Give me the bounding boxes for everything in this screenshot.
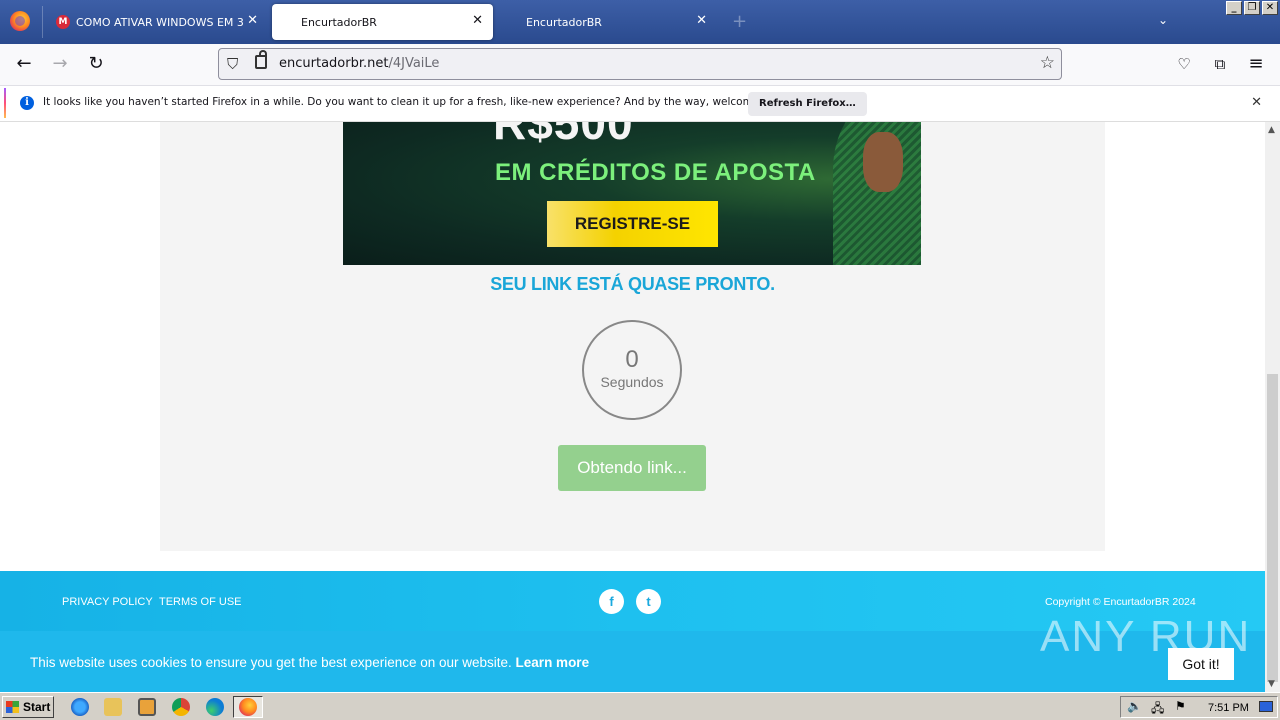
gmail-icon: M: [56, 15, 70, 29]
media-player-icon[interactable]: [138, 698, 156, 716]
close-window-button[interactable]: ✕: [1262, 1, 1278, 15]
url-domain: encurtadorbr.net: [279, 56, 389, 71]
navigation-bar: ← → ↻ ⛉ encurtadorbr.net/4JVaiLe ☆ ♡ ⧉ ≡: [0, 44, 1280, 86]
url-path: /4JVaiLe: [388, 56, 440, 71]
refresh-firefox-button[interactable]: Refresh Firefox…: [748, 92, 867, 116]
tab-title: EncurtadorBR: [526, 15, 602, 29]
close-icon[interactable]: ✕: [696, 13, 707, 28]
scroll-down-icon[interactable]: ▼: [1268, 679, 1275, 689]
extensions-icon[interactable]: ⧉: [1208, 55, 1232, 73]
notification-accent: [4, 88, 6, 118]
timer-label: Segundos: [600, 374, 664, 390]
chrome-icon[interactable]: [172, 698, 190, 716]
cookie-message: This website uses cookies to ensure you …: [30, 655, 589, 670]
privacy-policy-link[interactable]: PRIVACY POLICY: [62, 596, 153, 608]
clock: 7:51 PM: [1208, 702, 1249, 714]
folder-icon[interactable]: [104, 698, 122, 716]
get-link-button[interactable]: Obtendo link...: [558, 445, 706, 491]
notification-message: It looks like you haven’t started Firefo…: [43, 96, 792, 108]
pocket-icon[interactable]: ♡: [1172, 55, 1196, 73]
cookie-text: This website uses cookies to ensure you …: [30, 655, 512, 670]
firefox-icon: [239, 698, 257, 716]
info-icon: i: [20, 96, 34, 110]
close-icon[interactable]: ✕: [247, 13, 258, 28]
learn-more-link[interactable]: Learn more: [516, 655, 590, 670]
network-icon[interactable]: 🖧: [1151, 699, 1164, 720]
system-tray: 🔈 🖧 ⚑: [1120, 696, 1278, 718]
scroll-thumb[interactable]: [1267, 374, 1278, 682]
tab-encurtadorbr[interactable]: EncurtadorBR ✕: [497, 4, 719, 40]
facebook-icon[interactable]: f: [599, 589, 624, 614]
tab-title: COMO ATIVAR WINDOWS EM 30 S: [76, 15, 244, 29]
url-text[interactable]: encurtadorbr.net/4JVaiLe: [279, 56, 439, 71]
firefox-taskbar-button[interactable]: [233, 696, 263, 718]
edge-icon[interactable]: [206, 698, 224, 716]
tab-strip: M COMO ATIVAR WINDOWS EM 30 S ✕ Encurtad…: [0, 0, 1280, 44]
tab-separator: [42, 6, 43, 38]
tab-encurtadorbr-active[interactable]: EncurtadorBR ✕: [272, 4, 493, 40]
page-title: SEU LINK ESTÁ QUASE PRONTO.: [490, 274, 775, 294]
lock-icon[interactable]: [255, 50, 267, 69]
chevron-down-icon[interactable]: ⌄: [1158, 13, 1168, 27]
ad-player-arm: [863, 132, 903, 192]
minimize-button[interactable]: _: [1226, 1, 1242, 15]
start-button[interactable]: Start: [2, 696, 54, 718]
url-bar[interactable]: ⛉ encurtadorbr.net/4JVaiLe ☆: [218, 48, 1062, 80]
menu-icon[interactable]: ≡: [1244, 53, 1268, 74]
window-controls: _ ❐ ✕: [1226, 1, 1278, 15]
firefox-refresh-notification: i It looks like you haven’t started Fire…: [0, 86, 1280, 122]
restore-button[interactable]: ❐: [1244, 1, 1260, 15]
page-content: R$500 EM CRÉDITOS DE APOSTA REGISTRE-SE …: [0, 122, 1265, 692]
advertisement-banner[interactable]: R$500 EM CRÉDITOS DE APOSTA REGISTRE-SE: [343, 122, 921, 265]
close-icon[interactable]: ✕: [472, 13, 483, 28]
reload-icon[interactable]: ↻: [84, 53, 108, 74]
ad-subheadline: EM CRÉDITOS DE APOSTA: [495, 159, 816, 186]
volume-icon[interactable]: 🔈: [1127, 699, 1142, 713]
ad-headline: R$500: [493, 122, 634, 149]
terms-of-use-link[interactable]: TERMS OF USE: [159, 596, 242, 608]
ad-register-button[interactable]: REGISTRE-SE: [547, 201, 718, 247]
copyright-text: Copyright © EncurtadorBR 2024: [1045, 596, 1196, 608]
back-icon[interactable]: ←: [12, 53, 36, 74]
ie-icon[interactable]: [71, 698, 89, 716]
tab-title: EncurtadorBR: [301, 15, 377, 29]
desktop-icon[interactable]: [1259, 701, 1273, 712]
firefox-icon[interactable]: [10, 11, 30, 31]
close-icon[interactable]: ✕: [1251, 95, 1262, 110]
anyrun-watermark: ANY RUN: [1040, 612, 1252, 661]
page-scrollbar[interactable]: ▲ ▼: [1265, 122, 1280, 692]
tab-como-ativar[interactable]: M COMO ATIVAR WINDOWS EM 30 S ✕: [44, 4, 266, 40]
twitter-icon[interactable]: t: [636, 589, 661, 614]
taskbar: Start 🔈 🖧 ⚑ 7:51 PM: [0, 692, 1280, 720]
star-icon[interactable]: ☆: [1040, 53, 1055, 73]
countdown-timer: 0 Segundos: [582, 320, 682, 420]
scroll-up-icon[interactable]: ▲: [1268, 125, 1275, 135]
shield-icon[interactable]: ⛉: [227, 55, 238, 73]
forward-icon[interactable]: →: [48, 53, 72, 74]
timer-value: 0: [625, 346, 639, 373]
flag-icon[interactable]: ⚑: [1175, 699, 1186, 713]
new-tab-button[interactable]: +: [732, 11, 747, 32]
